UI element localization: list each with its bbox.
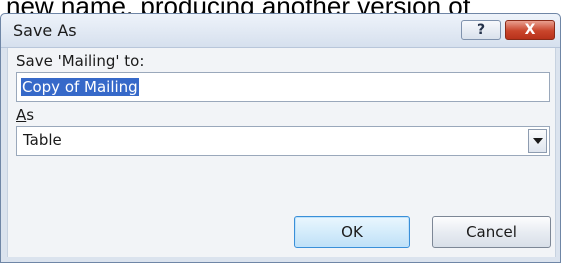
help-icon: ? — [476, 22, 486, 38]
new-name-value: Copy of Mailing — [21, 78, 139, 96]
help-button[interactable]: ? — [461, 20, 501, 40]
save-as-dialog: Save As ? X Save 'Mailing' to: Copy of M… — [0, 13, 561, 263]
close-icon: X — [524, 22, 536, 38]
cancel-button[interactable]: Cancel — [432, 216, 551, 248]
ok-button[interactable]: OK — [294, 216, 410, 248]
new-name-field[interactable]: Copy of Mailing — [16, 72, 550, 102]
as-type-value: Table — [23, 131, 62, 149]
save-to-label: Save 'Mailing' to: — [16, 52, 145, 70]
chevron-down-icon[interactable] — [528, 129, 547, 153]
as-label-rest: s — [26, 106, 35, 124]
as-label: As — [16, 106, 34, 124]
as-label-accelerator: A — [16, 106, 27, 124]
as-type-select[interactable]: Table — [16, 126, 550, 156]
title-bar[interactable]: Save As ? X — [1, 14, 560, 48]
close-button[interactable]: X — [505, 20, 555, 40]
dialog-title: Save As — [13, 21, 77, 40]
